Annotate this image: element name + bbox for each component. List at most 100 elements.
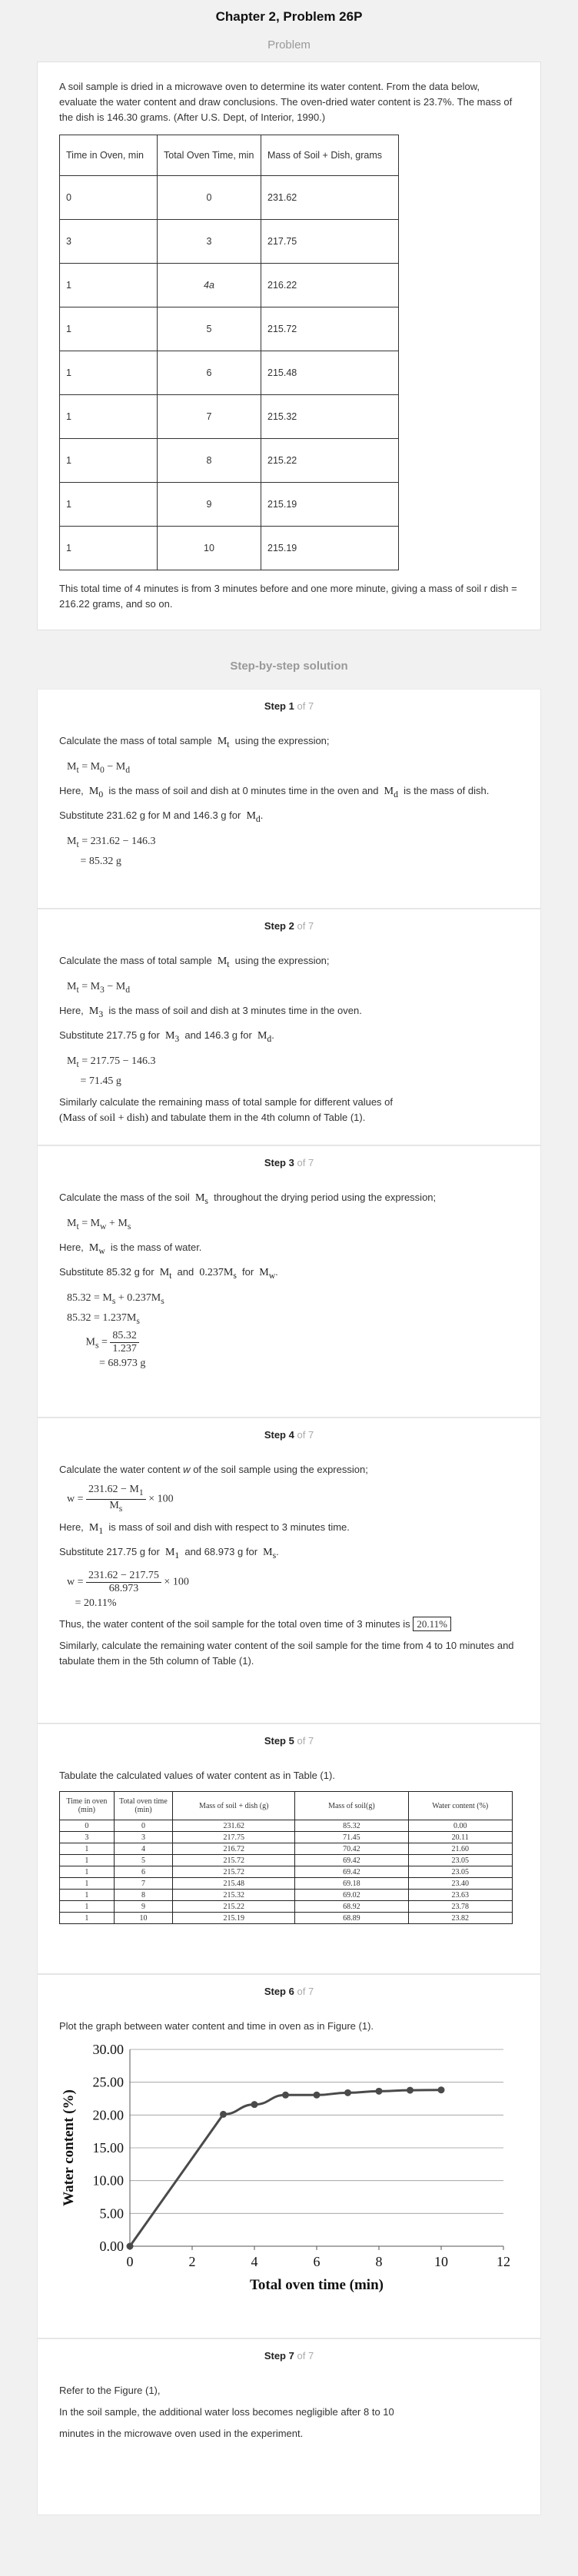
step-heading: Step 5 of 7 — [264, 1735, 314, 1747]
problem-table-cell: 1 — [59, 526, 158, 570]
results-table-cell: 0 — [59, 1820, 115, 1832]
problem-col-header: Time in Oven, min — [59, 135, 158, 176]
x-axis-label: Total oven time (min) — [250, 2277, 384, 2293]
results-table-cell: 3 — [113, 1831, 174, 1843]
results-table-row: 1 4 216.72 70.42 21.60 — [59, 1843, 513, 1855]
data-point — [313, 2091, 321, 2099]
problem-table-cell: 217.75 — [261, 219, 399, 264]
equation: Mt = M3 − Md — [67, 980, 131, 995]
results-table: Time in oven (min) Total oven time (min)… — [59, 1791, 513, 1924]
problem-table-row: 1 4a 216.22 — [59, 263, 399, 307]
problem-table-cell: 0 — [59, 175, 158, 220]
results-table-cell: 215.48 — [172, 1877, 296, 1890]
results-table-cell: 1 — [59, 1912, 115, 1924]
step-4: Step 4 of 7 Calculate the water content … — [37, 1418, 541, 1723]
equation: w = 231.62 − 217.75 68.973 × 100 = 20.11% — [67, 1570, 189, 1610]
problem-table-cell: 4a — [157, 263, 261, 307]
step-heading: Step 1 of 7 — [264, 700, 314, 712]
x-tick-label: 4 — [251, 2254, 258, 2269]
step-text: Similarly calculate the remaining mass o… — [59, 1095, 394, 1124]
step-7: Step 7 of 7 Refer to the Figure (1), In t… — [37, 2338, 541, 2515]
data-point — [437, 2086, 445, 2094]
y-tick-label: 20.00 — [93, 2107, 125, 2122]
step-heading: Step 2 of 7 — [264, 920, 314, 932]
results-table-cell: 23.78 — [407, 1900, 513, 1913]
problem-table-cell: 5 — [157, 307, 261, 351]
results-col-header: Total oven time (min) — [113, 1791, 174, 1820]
step-text: Calculate the water content w of the soi… — [59, 1464, 368, 1475]
problem-table-row: 1 8 215.22 — [59, 438, 399, 483]
page-title: Chapter 2, Problem 26P — [215, 9, 363, 24]
step-heading: Step 4 of 7 — [264, 1429, 314, 1441]
results-table-cell: 1 — [59, 1866, 115, 1878]
problem-table-cell: 7 — [157, 394, 261, 439]
y-tick-label: 25.00 — [93, 2075, 125, 2090]
results-table-row: 1 9 215.22 68.92 23.78 — [59, 1900, 513, 1913]
results-table-row: 1 7 215.48 69.18 23.40 — [59, 1877, 513, 1890]
water-content-chart: 0.00 5.00 10.00 15.00 20.00 25.00 30.00 0 2 4 6 8 10… — [61, 2042, 510, 2293]
results-table-cell: 215.72 — [172, 1854, 296, 1866]
results-table-cell: 71.45 — [294, 1831, 409, 1843]
step-text: Here, Mw is the mass of water. — [59, 1241, 202, 1256]
y-tick-label: 30.00 — [93, 2042, 125, 2057]
equation: Mt = Mw + Ms — [67, 1217, 131, 1231]
problem-table-row: 1 10 215.19 — [59, 526, 399, 570]
problem-table-row: 3 3 217.75 — [59, 219, 399, 264]
results-table-cell: 215.22 — [172, 1900, 296, 1913]
results-table-cell: 20.11 — [407, 1831, 513, 1843]
problem-table-row: 1 9 215.19 — [59, 482, 399, 527]
results-table-cell: 5 — [113, 1854, 174, 1866]
data-point — [375, 2087, 383, 2095]
results-table-cell: 216.72 — [172, 1843, 296, 1855]
problem-table-cell: 9 — [157, 482, 261, 527]
results-table-cell: 23.63 — [407, 1889, 513, 1901]
results-table-cell: 23.05 — [407, 1854, 513, 1866]
results-table-row: 1 5 215.72 69.42 23.05 — [59, 1854, 513, 1866]
step-1: Step 1 of 7 Calculate the mass of total … — [37, 689, 541, 909]
step-text: Substitute 85.32 g for Mt and 0.237Ms fo… — [59, 1266, 278, 1281]
equation: w = 231.62 − M1 Ms × 100 — [67, 1484, 174, 1514]
results-table-cell: 70.42 — [294, 1843, 409, 1855]
problem-table-cell: 215.22 — [261, 438, 399, 483]
results-col-header: Mass of soil + dish (g) — [172, 1791, 296, 1820]
y-tick-label: 5.00 — [100, 2205, 125, 2221]
x-tick-label: 12 — [497, 2254, 510, 2269]
problem-table-cell: 1 — [59, 351, 158, 395]
equation: Mt = 231.62 − 146.3 = 85.32 g — [67, 836, 156, 867]
problem-table-cell: 3 — [157, 219, 261, 264]
results-table-row: 3 3 217.75 71.45 20.11 — [59, 1831, 513, 1843]
results-col-header: Water content (%) — [407, 1791, 513, 1820]
problem-col-header: Mass of Soil + Dish, grams — [261, 135, 399, 176]
problem-table-cell: 1 — [59, 263, 158, 307]
equation: Mt = M0 − Md — [67, 760, 131, 775]
results-table-cell: 69.42 — [294, 1854, 409, 1866]
results-table-cell: 23.40 — [407, 1877, 513, 1890]
results-table-cell: 215.19 — [172, 1912, 296, 1924]
results-table-cell: 1 — [59, 1877, 115, 1890]
step-text: Substitute 231.62 g for M and 146.3 g fo… — [59, 809, 264, 825]
results-table-cell: 3 — [59, 1831, 115, 1843]
results-table-cell: 0.00 — [407, 1820, 513, 1832]
data-point — [344, 2089, 351, 2096]
results-table-row: 1 10 215.19 68.89 23.82 — [59, 1912, 513, 1924]
results-table-cell: 23.05 — [407, 1866, 513, 1878]
problem-table-row: 1 5 215.72 — [59, 307, 399, 351]
results-table-cell: 0 — [113, 1820, 174, 1832]
step-heading: Step 3 of 7 — [264, 1157, 314, 1168]
data-point — [126, 2242, 134, 2250]
problem-text: A soil sample is dried in a microwave ov… — [59, 81, 513, 123]
data-point — [282, 2091, 289, 2099]
series-line — [128, 2089, 442, 2247]
step-text: Here, M1 is mass of soil and dish with r… — [59, 1521, 350, 1536]
problem-note: This total time of 4 minutes is from 3 m… — [59, 583, 517, 610]
equation: 85.32 = Ms + 0.237Ms 85.32 = 1.237Ms Ms … — [67, 1292, 164, 1369]
results-table-cell: 68.89 — [294, 1912, 409, 1924]
problem-table-cell: 215.19 — [261, 482, 399, 527]
step-text: Substitute 217.75 g for M3 and 146.3 g f… — [59, 1029, 274, 1045]
results-table-cell: 1 — [59, 1900, 115, 1913]
section-label-problem: Problem — [267, 38, 311, 52]
problem-panel: A soil sample is dried in a microwave ov… — [37, 61, 541, 630]
results-table-cell: 85.32 — [294, 1820, 409, 1832]
step-2: Step 2 of 7 Calculate the mass of total … — [37, 909, 541, 1145]
problem-table-cell: 215.48 — [261, 351, 399, 395]
